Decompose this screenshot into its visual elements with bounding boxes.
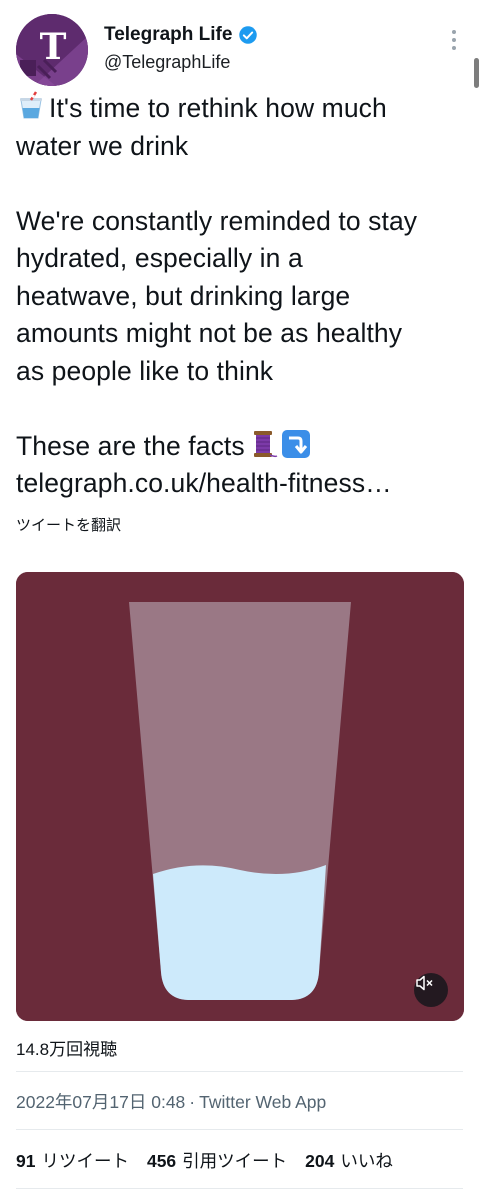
quotes-stat[interactable]: 456 引用ツイート bbox=[147, 1151, 287, 1171]
video-player[interactable] bbox=[16, 572, 464, 1021]
source-app[interactable]: Twitter Web App bbox=[199, 1092, 326, 1112]
verified-badge-icon bbox=[239, 26, 258, 44]
retweets-stat[interactable]: 91 リツイート bbox=[16, 1151, 129, 1171]
thread-icon bbox=[253, 430, 278, 457]
divider bbox=[16, 1071, 463, 1072]
tweet-line: hydrated, especially in a bbox=[16, 243, 303, 273]
tweet-line: as people like to think bbox=[16, 355, 274, 386]
divider bbox=[16, 1188, 463, 1189]
meta-separator: · bbox=[189, 1092, 196, 1112]
tweet-line: It's time to rethink how much bbox=[49, 93, 387, 123]
quotes-label: 引用ツイート bbox=[182, 1151, 288, 1171]
likes-count: 204 bbox=[305, 1151, 335, 1171]
cup-with-straw-icon bbox=[20, 91, 42, 119]
tweet-line: heatwave, but drinking large bbox=[16, 280, 351, 311]
user-handle[interactable]: @TelegraphLife bbox=[104, 52, 258, 73]
timestamp[interactable]: 2022年07月17日 0:48 bbox=[16, 1092, 185, 1112]
tweet-line: We're constantly reminded to stay bbox=[16, 205, 418, 236]
arrow-down-icon bbox=[281, 429, 310, 458]
more-options-icon[interactable] bbox=[442, 26, 466, 54]
likes-label: いいね bbox=[340, 1151, 393, 1171]
display-name[interactable]: Telegraph Life bbox=[104, 24, 258, 46]
mute-toggle-button[interactable] bbox=[414, 973, 448, 1007]
quotes-count: 456 bbox=[146, 1151, 177, 1171]
tweet-stats: 91 リツイート 456 引用ツイート 204 いいね bbox=[16, 1148, 411, 1173]
retweets-label: リツイート bbox=[41, 1151, 129, 1171]
tweet-meta: 2022年07月17日 0:48 · Twitter Web App bbox=[16, 1089, 326, 1114]
svg-text:T: T bbox=[40, 26, 67, 68]
translate-tweet-link[interactable]: ツイートを翻訳 bbox=[16, 514, 121, 535]
tweet-line: water we drink bbox=[16, 130, 189, 161]
tweet-line: amounts might not be as healthy bbox=[16, 318, 403, 348]
tweet-text: It's time to rethink how much water we d… bbox=[16, 90, 471, 503]
view-count: 14.8万回視聴 bbox=[16, 1040, 118, 1059]
glass-illustration bbox=[16, 572, 464, 1021]
scrollbar[interactable] bbox=[474, 58, 479, 88]
avatar[interactable]: T bbox=[16, 14, 88, 86]
speaker-muted-icon bbox=[416, 975, 433, 991]
display-name-text[interactable]: Telegraph Life bbox=[104, 24, 232, 46]
article-link[interactable]: telegraph.co.uk/health-fitness… bbox=[16, 468, 392, 498]
tweet-header: T Telegraph Life @TelegraphLife bbox=[16, 14, 466, 86]
retweets-count: 91 bbox=[16, 1151, 36, 1171]
divider bbox=[16, 1129, 463, 1130]
likes-stat[interactable]: 204 いいね bbox=[305, 1151, 393, 1171]
tweet-line: These are the facts bbox=[16, 430, 245, 461]
